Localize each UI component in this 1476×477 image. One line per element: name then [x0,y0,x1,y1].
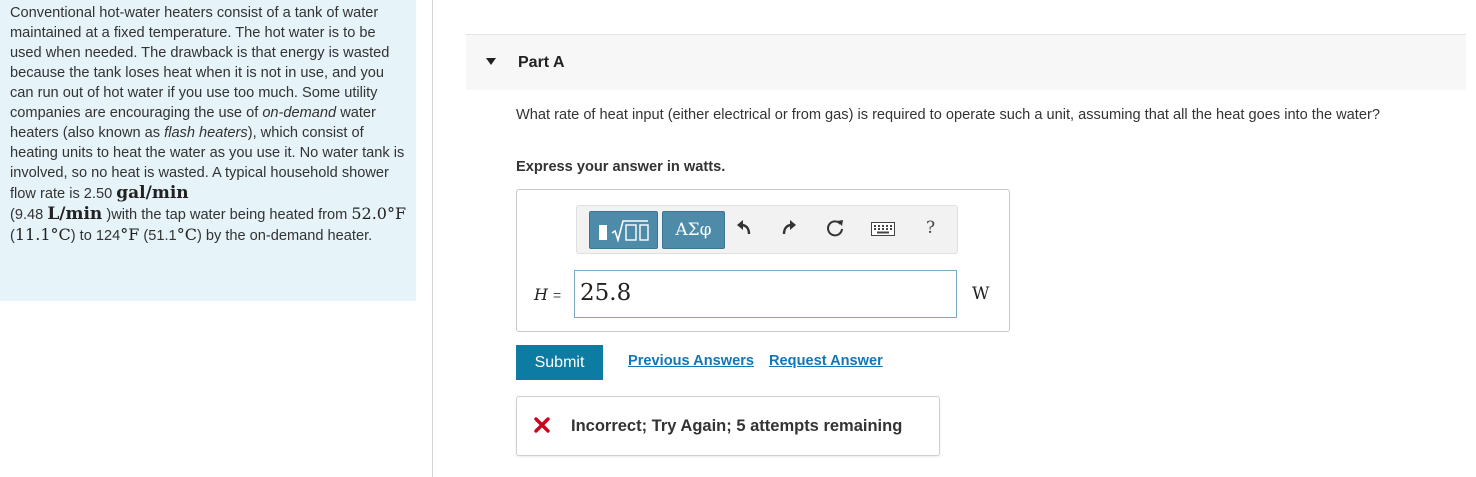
help-icon[interactable]: ? [926,218,935,238]
feedback-box: Incorrect; Try Again; 5 attempts remaini… [516,396,940,456]
answer-variable-label: H = [534,285,561,304]
problem-text-4: (9.48 [10,207,48,223]
emphasis-flash-heaters: flash heaters [164,125,248,141]
temp-final-f-unit: °F [120,225,140,244]
answer-variable: H [534,285,548,304]
undo-icon[interactable] [735,219,753,237]
template-button[interactable] [589,211,658,249]
flow-unit-liter: L/min [47,204,103,224]
equals-sign: = [553,287,562,303]
collapse-arrow-icon[interactable] [486,58,496,65]
feedback-message: Incorrect; Try Again; 5 attempts remaini… [571,417,903,435]
part-header[interactable]: Part A [466,34,1466,90]
submit-button[interactable]: Submit [516,345,603,380]
problem-text-1: Conventional hot-water heaters consist o… [10,5,390,121]
problem-text-8: (51.1 [139,228,177,244]
part-title: Part A [518,54,565,71]
answer-input[interactable]: 25.8 [574,270,957,318]
column-divider [432,0,433,477]
keyboard-icon[interactable] [871,222,895,236]
question-text: What rate of heat input (either electric… [516,107,1380,123]
temp-final-c-unit: °C [176,225,197,244]
reset-icon[interactable] [825,218,845,238]
answer-box: ΑΣφ ? H = 25.8 W [516,189,1010,332]
problem-statement: Conventional hot-water heaters consist o… [10,3,408,246]
temp-initial-c: 11.1°C [14,225,71,244]
symbols-button[interactable]: ΑΣφ [662,211,725,249]
emphasis-on-demand: on-demand [262,105,337,121]
problem-statement-panel: Conventional hot-water heaters consist o… [0,0,416,301]
temp-initial-f: 52.0°F [351,204,407,223]
template-icon [599,220,649,243]
request-answer-link[interactable]: Request Answer [769,353,883,369]
answer-unit: W [972,284,990,304]
answer-instruction: Express your answer in watts. [516,159,726,175]
flow-unit-gal: gal/min [116,183,189,203]
previous-answers-link[interactable]: Previous Answers [628,353,754,369]
math-toolbar: ΑΣφ ? [576,205,958,254]
problem-text-7: ) to 124 [70,228,121,244]
problem-text-5: )with the tap water being heated from [102,207,352,223]
incorrect-x-icon [534,417,550,433]
redo-icon[interactable] [780,219,798,237]
problem-text-9: ) by the on-demand heater. [196,228,373,244]
